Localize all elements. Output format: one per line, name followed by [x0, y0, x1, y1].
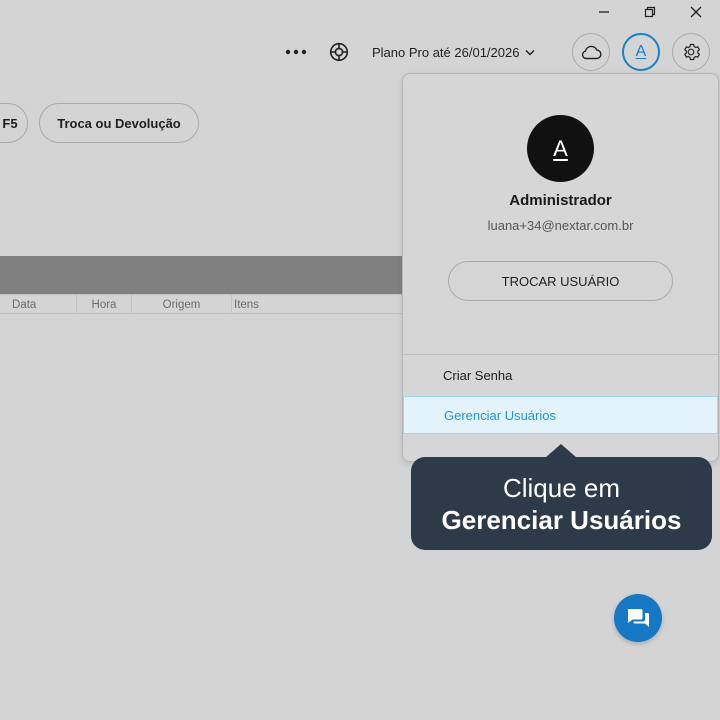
table-header: Data Hora Origem Itens	[0, 294, 404, 314]
exchange-return-button[interactable]: Troca ou Devolução	[39, 103, 199, 143]
user-name: Administrador	[509, 192, 612, 209]
user-menu-button[interactable]: A	[622, 33, 660, 71]
cloud-icon	[580, 44, 602, 60]
user-email: luana+34@nextar.com.br	[487, 218, 634, 233]
filter-chip-partial[interactable]: F5	[0, 103, 28, 143]
more-horizontal-icon	[285, 49, 307, 55]
menu-item-create-password[interactable]: Criar Senha	[403, 356, 718, 394]
column-header-data[interactable]: Data	[0, 295, 77, 314]
lifebuoy-icon	[329, 42, 349, 62]
gear-icon	[681, 42, 701, 62]
plan-label: Plano Pro até 26/01/2026	[372, 44, 520, 60]
tooltip-arrow	[545, 444, 577, 458]
avatar-initial: A	[553, 135, 568, 161]
tooltip-line-2: Gerenciar Usuários	[441, 504, 682, 535]
user-menu-panel: A Administrador luana+34@nextar.com.br T…	[402, 73, 719, 462]
table-toolbar	[0, 256, 404, 294]
close-window-button[interactable]	[676, 0, 716, 24]
chevron-down-icon	[525, 49, 535, 56]
column-header-origem[interactable]: Origem	[132, 295, 232, 314]
avatar: A	[527, 115, 594, 182]
switch-user-label: TROCAR USUÁRIO	[501, 273, 620, 289]
menu-item-label: Gerenciar Usuários	[444, 407, 556, 423]
tooltip-line-1: Clique em	[502, 472, 621, 503]
more-options-button[interactable]	[284, 40, 308, 64]
switch-user-button[interactable]: TROCAR USUÁRIO	[448, 261, 673, 301]
minimize-button[interactable]	[584, 0, 624, 24]
filter-chip-partial-label: F5	[2, 115, 18, 131]
menu-item-label: Criar Senha	[443, 367, 513, 383]
settings-button[interactable]	[672, 33, 710, 71]
column-header-hora[interactable]: Hora	[77, 295, 132, 314]
close-icon	[690, 6, 702, 18]
plan-selector[interactable]: Plano Pro até 26/01/2026	[372, 40, 535, 64]
chat-button[interactable]	[614, 594, 662, 642]
restore-icon	[644, 6, 656, 18]
cloud-sync-button[interactable]	[572, 33, 610, 71]
guide-tooltip: Clique em Gerenciar Usuários	[411, 457, 712, 550]
menu-divider	[403, 354, 718, 355]
minimize-icon	[598, 6, 610, 18]
menu-item-manage-users[interactable]: Gerenciar Usuários	[403, 396, 718, 434]
column-header-itens[interactable]: Itens	[232, 295, 404, 314]
restore-button[interactable]	[630, 0, 670, 24]
help-button[interactable]	[327, 40, 351, 64]
chat-icon	[625, 606, 651, 630]
user-initial: A	[635, 43, 647, 60]
exchange-return-label: Troca ou Devolução	[57, 115, 181, 131]
